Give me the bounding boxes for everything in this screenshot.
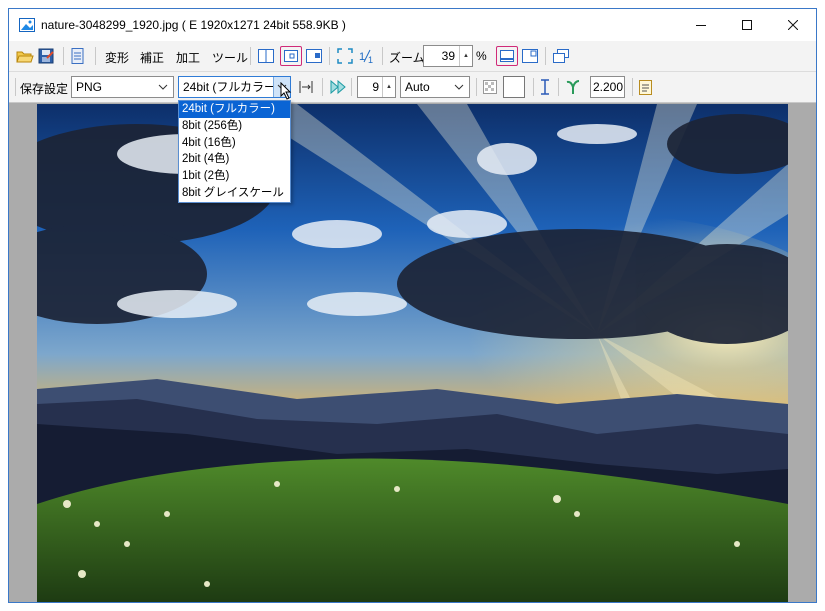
save-toolbar: 保存設定 PNG 24bit (フルカラー) 9 ▲▼ Auto <box>9 72 816 110</box>
interlace-button[interactable] <box>539 79 551 95</box>
play-button[interactable] <box>329 79 347 95</box>
separator <box>533 78 534 96</box>
save-icon <box>38 48 54 64</box>
separator <box>632 78 633 96</box>
menu-process[interactable]: 加工 <box>176 49 200 66</box>
gamma-button[interactable] <box>566 79 580 95</box>
gamma-icon <box>566 80 580 94</box>
window-title: nature-3048299_1920.jpg ( E 1920x1271 24… <box>41 18 346 32</box>
zoom-input[interactable]: 39 ▲▼ <box>423 45 473 79</box>
gamma-input[interactable]: 2.200 <box>590 76 625 98</box>
mouse-cursor-icon <box>280 82 292 100</box>
window-icon <box>522 49 538 63</box>
image-app-icon <box>19 18 35 32</box>
compression-value: 9 <box>372 80 379 94</box>
close-button[interactable] <box>770 9 816 41</box>
window-fit-icon <box>500 50 514 62</box>
gamma-value: 2.200 <box>593 80 624 94</box>
depth-option[interactable]: 1bit (2色) <box>179 168 290 185</box>
menu-correct[interactable]: 補正 <box>140 49 164 66</box>
minimize-window-icon <box>696 25 706 26</box>
chevron-down-icon <box>451 77 467 97</box>
depth-value: 24bit (フルカラー) <box>183 80 280 94</box>
zoom-value: 39 <box>441 49 455 63</box>
fullscreen-icon <box>337 48 353 64</box>
separator <box>476 78 477 96</box>
separator <box>15 78 16 96</box>
depth-dropdown-list[interactable]: 24bit (フルカラー) 8bit (256色) 4bit (16色) 2bi… <box>178 100 291 203</box>
separator <box>351 78 352 96</box>
fullscreen-button[interactable] <box>337 48 353 64</box>
multi-window-button[interactable] <box>553 49 569 63</box>
image-canvas[interactable] <box>9 103 816 602</box>
spin-up-icon[interactable]: ▲ <box>383 77 395 97</box>
actual-size-button[interactable]: 11 <box>359 48 375 64</box>
zoom-unit: % <box>476 49 487 63</box>
one-to-one-icon: 11 <box>359 49 373 64</box>
separator <box>558 78 559 96</box>
depth-option[interactable]: 4bit (16色) <box>179 135 290 152</box>
open-button[interactable] <box>16 48 34 64</box>
sidebar-icon <box>306 49 322 63</box>
menu-tools[interactable]: ツール <box>212 49 248 66</box>
spin-up-icon[interactable]: ▲ <box>460 46 472 66</box>
menu-transform[interactable]: 変形 <box>105 49 129 66</box>
separator <box>95 47 96 65</box>
layout-icon <box>258 49 274 63</box>
background-color-swatch[interactable] <box>503 76 525 98</box>
two-pane-button[interactable] <box>258 49 274 63</box>
transparency-button[interactable] <box>483 80 497 94</box>
multi-window-icon <box>553 49 569 63</box>
notepad-icon <box>639 80 652 95</box>
info-button[interactable] <box>71 48 85 64</box>
app-window: nature-3048299_1920.jpg ( E 1920x1271 24… <box>8 8 817 603</box>
mode-select[interactable]: Auto <box>400 76 470 98</box>
svg-text:1: 1 <box>368 55 373 64</box>
main-toolbar: 変形 補正 加工 ツール 11 ズーム: 39 ▲▼ % <box>9 41 816 79</box>
compression-input[interactable]: 9 ▲▼ <box>357 76 396 110</box>
close-window-icon <box>788 20 798 30</box>
fit-icon <box>284 50 298 62</box>
text-cursor-icon <box>541 79 549 95</box>
depth-option[interactable]: 8bit (256色) <box>179 118 290 135</box>
checker-icon <box>483 80 497 94</box>
title-bar: nature-3048299_1920.jpg ( E 1920x1271 24… <box>9 9 816 41</box>
open-folder-icon <box>16 51 34 63</box>
minimize-button[interactable] <box>678 9 724 41</box>
resize-button[interactable] <box>298 79 314 95</box>
fast-forward-icon <box>330 79 346 95</box>
window-fit-button[interactable] <box>496 46 518 66</box>
save-button[interactable] <box>38 48 54 64</box>
depth-option[interactable]: 24bit (フルカラー) <box>179 101 290 118</box>
document-icon <box>71 48 84 64</box>
separator <box>545 47 546 65</box>
maximize-button[interactable] <box>724 9 770 41</box>
save-settings-label: 保存設定 <box>20 82 69 96</box>
format-select[interactable]: PNG <box>71 76 174 98</box>
separator <box>63 47 64 65</box>
mode-value: Auto <box>405 80 430 94</box>
depth-select[interactable]: 24bit (フルカラー) <box>178 76 291 98</box>
separator <box>382 47 383 65</box>
separator <box>329 47 330 65</box>
format-value: PNG <box>76 80 103 94</box>
compression-spinner[interactable]: ▲▼ <box>382 77 395 110</box>
comment-button[interactable] <box>639 79 653 95</box>
sidebar-button[interactable] <box>306 49 322 63</box>
separator <box>322 78 323 96</box>
depth-option[interactable]: 8bit グレイスケール <box>179 185 290 202</box>
window-button[interactable] <box>522 49 538 63</box>
zoom-spinner[interactable]: ▲▼ <box>459 46 472 79</box>
maximize-window-icon <box>742 20 752 30</box>
fit-button[interactable] <box>280 46 302 66</box>
landscape-photo <box>37 104 788 602</box>
width-resize-icon <box>299 81 313 93</box>
chevron-down-icon <box>155 77 171 97</box>
separator <box>250 47 251 65</box>
depth-option[interactable]: 2bit (4色) <box>179 151 290 168</box>
